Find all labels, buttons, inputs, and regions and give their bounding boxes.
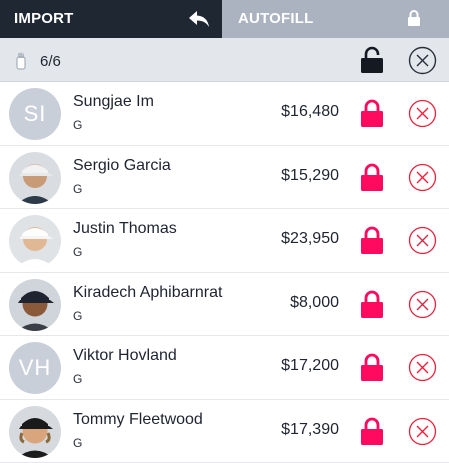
player-position: G: [73, 435, 83, 450]
avatar: [9, 278, 61, 331]
circle-x-icon[interactable]: [408, 353, 437, 382]
golf-bag-icon: [14, 52, 28, 70]
avatar: [9, 215, 61, 267]
player-salary: $23,950: [281, 230, 339, 247]
circle-x-icon[interactable]: [408, 99, 437, 128]
player-name[interactable]: Tommy Fleetwood: [73, 411, 203, 429]
padlock-icon[interactable]: [360, 163, 384, 191]
avatar: [9, 151, 61, 204]
player-row: Justin Thomas G $23,950: [0, 209, 449, 273]
player-row: Kiradech Aphibarnrat G $8,000: [0, 273, 449, 336]
circle-x-icon[interactable]: [408, 290, 437, 319]
tab-import-label: IMPORT: [14, 10, 74, 27]
player-position: G: [73, 308, 83, 323]
player-position: G: [73, 372, 83, 386]
remove-all-button[interactable]: [408, 46, 437, 75]
player-name[interactable]: Viktor Hovland: [73, 347, 177, 365]
player-position: G: [73, 118, 83, 132]
player-list: SI Sungjae Im G $16,480 Sergio Garcia G …: [0, 82, 449, 463]
circle-x-icon[interactable]: [408, 417, 437, 446]
tab-autofill[interactable]: AUTOFILL: [222, 0, 449, 38]
tab-import[interactable]: IMPORT: [0, 0, 222, 38]
avatar: VH: [9, 342, 61, 394]
unlocked-padlock-icon: [361, 46, 383, 73]
player-name[interactable]: Kiradech Aphibarnrat: [73, 284, 222, 302]
circle-x-icon: [408, 46, 437, 75]
player-row: Sergio Garcia G $15,290: [0, 146, 449, 209]
circle-x-icon[interactable]: [408, 226, 437, 255]
avatar: [9, 405, 61, 458]
tab-autofill-label: AUTOFILL: [238, 10, 314, 27]
player-row: VH Viktor Hovland G $17,200: [0, 336, 449, 400]
player-row: SI Sungjae Im G $16,480: [0, 82, 449, 146]
padlock-icon[interactable]: [360, 290, 384, 318]
player-name[interactable]: Sungjae Im: [73, 93, 154, 111]
roster-slot-count: 6/6: [40, 53, 61, 70]
padlock-icon[interactable]: [360, 99, 384, 127]
unlock-all-button[interactable]: [358, 46, 386, 74]
lock-icon: [407, 10, 421, 26]
player-salary: $16,480: [281, 103, 339, 120]
player-salary: $17,390: [281, 420, 339, 438]
player-salary: $8,000: [290, 293, 339, 311]
player-name[interactable]: Justin Thomas: [73, 220, 177, 238]
player-position: G: [73, 245, 83, 259]
padlock-icon[interactable]: [360, 353, 384, 381]
padlock-icon[interactable]: [360, 226, 384, 254]
player-salary: $17,200: [281, 357, 339, 374]
lineup-toolbar: 6/6: [0, 38, 449, 82]
player-name[interactable]: Sergio Garcia: [73, 157, 171, 175]
player-position: G: [73, 181, 83, 196]
player-row: Tommy Fleetwood G $17,390: [0, 400, 449, 463]
undo-arrow-icon[interactable]: [188, 9, 210, 29]
padlock-icon[interactable]: [360, 417, 384, 445]
circle-x-icon[interactable]: [408, 163, 437, 192]
tab-bar: IMPORT AUTOFILL: [0, 0, 449, 38]
player-salary: $15,290: [281, 166, 339, 184]
avatar: SI: [9, 88, 61, 140]
